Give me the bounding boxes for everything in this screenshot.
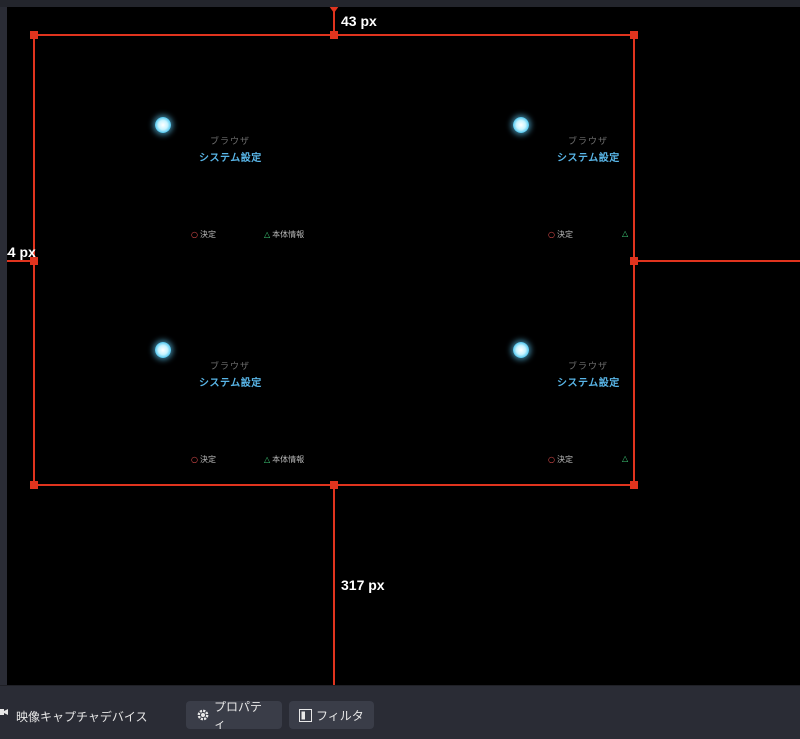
measure-top-label: 43 px (341, 13, 377, 29)
info-hint: △ 本体情報 (264, 229, 304, 240)
resize-handle-bottom-right[interactable] (630, 481, 638, 489)
circle-button-icon: ○ (548, 230, 555, 239)
preview-canvas[interactable]: 43 px 44 px 317 px ブラウザ システム設定 ○決定 △本体情報… (7, 7, 800, 685)
triangle-button-icon: △ (622, 229, 629, 238)
triangle-button-icon: △ (264, 230, 271, 239)
gear-icon (196, 708, 210, 722)
confirm-hint-label: 決定 (556, 230, 573, 239)
measure-left-label: 44 px (7, 244, 36, 260)
orb-icon (155, 117, 171, 133)
properties-label: プロパティ (214, 700, 263, 731)
info-hint: △ 本体情報 (264, 454, 304, 465)
guide-left (7, 260, 34, 262)
confirm-hint-label: 決定 (199, 230, 216, 239)
orb-icon (513, 342, 529, 358)
confirm-hint: ○ 決定 (191, 454, 216, 465)
filters-button[interactable]: フィルタ (289, 701, 374, 729)
circle-button-icon: ○ (191, 455, 198, 464)
confirm-hint: ○ 決定 (548, 229, 573, 240)
resize-handle-top-left[interactable] (30, 31, 38, 39)
confirm-hint: ○ 決定 (548, 454, 573, 465)
info-hint-label: 本体情報 (272, 230, 305, 239)
panel-subtitle: システム設定 (557, 378, 620, 389)
source-name: 映像キャプチャデバイス (16, 710, 148, 724)
panel-title: ブラウザ (568, 137, 609, 147)
panel-title: ブラウザ (210, 362, 251, 372)
top-bar (0, 0, 800, 7)
guide-right (635, 260, 800, 262)
confirm-hint: ○ 決定 (191, 229, 216, 240)
panel-subtitle: システム設定 (199, 153, 262, 164)
panel-title: ブラウザ (568, 362, 609, 372)
resize-handle-bottom-left[interactable] (30, 481, 38, 489)
panel-title: ブラウザ (210, 137, 251, 147)
orb-icon (513, 117, 529, 133)
info-hint: △ (622, 454, 630, 463)
filter-icon (299, 708, 312, 722)
filters-label: フィルタ (316, 708, 364, 723)
camera-icon (0, 709, 8, 715)
triangle-button-icon: △ (622, 454, 629, 463)
info-hint: △ (622, 229, 630, 238)
resize-handle-top-right[interactable] (630, 31, 638, 39)
panel-subtitle: システム設定 (199, 378, 262, 389)
info-hint-label: 本体情報 (272, 455, 305, 464)
circle-button-icon: ○ (191, 230, 198, 239)
triangle-button-icon: △ (264, 455, 271, 464)
circle-button-icon: ○ (548, 455, 555, 464)
measure-bottom-label: 317 px (341, 577, 385, 593)
properties-button[interactable]: プロパティ (186, 700, 282, 731)
guide-top-arrow-icon (329, 7, 339, 13)
panel-subtitle: システム設定 (557, 153, 620, 164)
guide-bottom (333, 486, 335, 685)
confirm-hint-label: 決定 (556, 455, 573, 464)
source-toolbar: 映像キャプチャデバイス プロパティ フィルタ (0, 685, 800, 739)
orb-icon (155, 342, 171, 358)
confirm-hint-label: 決定 (199, 455, 216, 464)
